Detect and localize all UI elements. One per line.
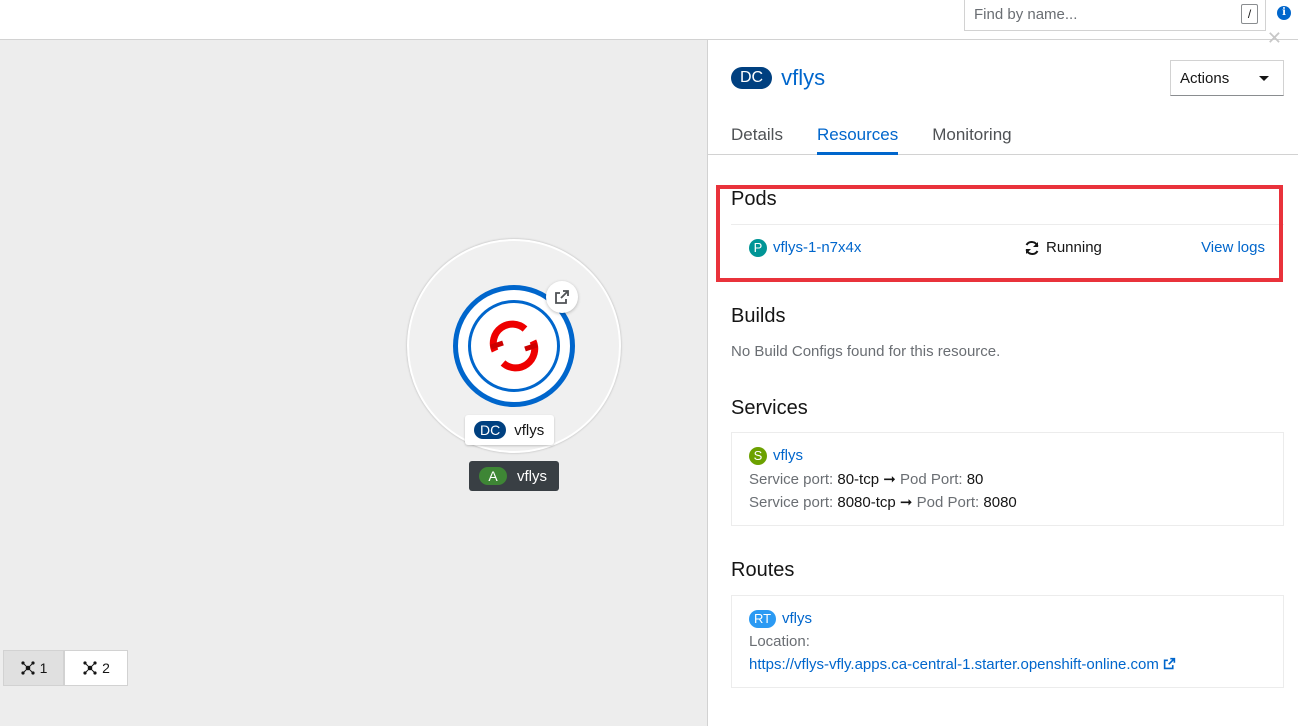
toolbar-label: 2: [102, 660, 110, 676]
actions-label: Actions: [1180, 69, 1230, 87]
application-label[interactable]: A vflys: [469, 461, 559, 491]
deployment-node-label[interactable]: DC vflys: [465, 415, 555, 445]
tab-monitoring[interactable]: Monitoring: [932, 114, 1011, 155]
route-name-link[interactable]: vflys: [782, 610, 812, 627]
route-card: RT vflys Location: https://vflys-vfly.ap…: [731, 595, 1284, 688]
builds-empty-text: No Build Configs found for this resource…: [731, 343, 1001, 360]
caret-down-icon: [1259, 75, 1269, 81]
topology-toolbar-button-2[interactable]: 2: [64, 650, 128, 686]
tab-details[interactable]: Details: [731, 114, 783, 155]
panel-tabs: Details Resources Monitoring: [708, 114, 1298, 155]
external-link-icon[interactable]: [1163, 657, 1176, 670]
service-port-line: Service port: 8080-tcp ➞ Pod Port: 8080: [749, 494, 1017, 511]
close-icon[interactable]: ✕: [1267, 28, 1282, 49]
dc-badge: DC: [731, 67, 773, 89]
masthead: / i: [0, 0, 1298, 40]
builds-heading: Builds: [731, 305, 786, 327]
application-name: vflys: [517, 467, 547, 485]
service-card: S vflys Service port: 80-tcp ➞ Pod Port:…: [731, 432, 1284, 526]
toolbar-label: 1: [39, 660, 48, 676]
tab-resources[interactable]: Resources: [816, 114, 899, 155]
routes-heading: Routes: [731, 559, 795, 581]
actions-dropdown[interactable]: Actions: [1170, 60, 1284, 96]
route-badge: RT: [749, 610, 776, 628]
highlight-box: [716, 185, 1283, 282]
panel-title: DC vflys: [731, 65, 825, 91]
search-input[interactable]: [965, 0, 1225, 29]
info-icon[interactable]: i: [1277, 6, 1291, 20]
topology-icon: [83, 661, 97, 675]
deployment-node-name: vflys: [514, 421, 545, 439]
topology-toolbar-button-1[interactable]: 1: [3, 650, 64, 686]
panel-title-name: vflys: [781, 65, 826, 90]
search-shortcut-hint: /: [1241, 4, 1258, 24]
open-url-button[interactable]: [546, 281, 578, 313]
openshift-logo-icon: [489, 320, 539, 372]
deployment-node-inner: [468, 300, 560, 392]
dc-badge: DC: [474, 421, 507, 439]
application-badge: A: [479, 467, 507, 485]
arrow-right-icon: ➞: [899, 494, 913, 511]
search-box[interactable]: /: [964, 0, 1266, 31]
service-badge: S: [749, 447, 767, 465]
external-link-icon: [555, 290, 569, 304]
route-url-line: https://vflys-vfly.apps.ca-central-1.sta…: [749, 656, 1176, 673]
route-url-link[interactable]: https://vflys-vfly.apps.ca-central-1.sta…: [749, 656, 1159, 673]
route-location-label: Location:: [749, 633, 810, 650]
arrow-right-icon: ➞: [883, 471, 896, 488]
services-heading: Services: [731, 397, 808, 419]
service-name-link[interactable]: vflys: [773, 447, 803, 464]
topology-icon: [20, 661, 35, 675]
service-port-line: Service port: 80-tcp ➞ Pod Port: 80: [749, 471, 984, 488]
side-panel: ✕ DC vflys Actions Details Resources Mon…: [707, 28, 1298, 726]
